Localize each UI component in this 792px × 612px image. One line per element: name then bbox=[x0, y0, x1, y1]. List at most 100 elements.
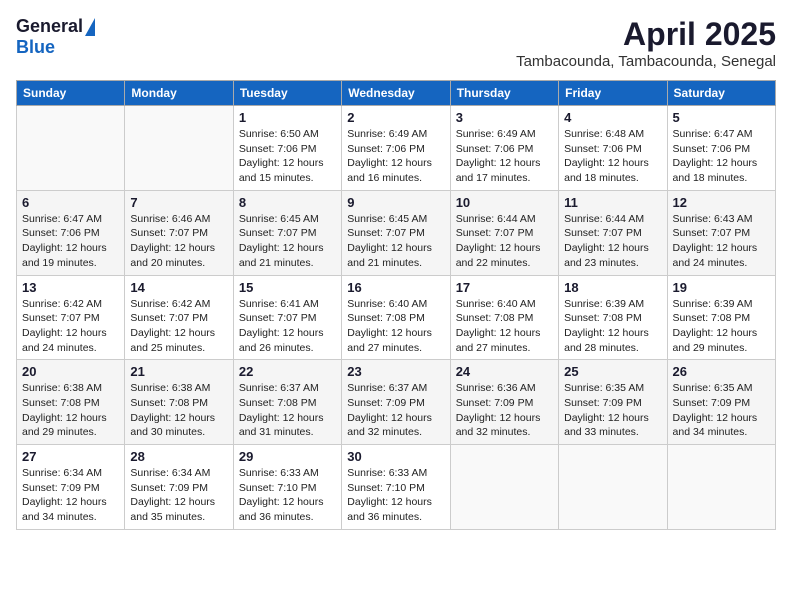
day-number: 23 bbox=[347, 364, 444, 379]
calendar-cell: 22 Sunrise: 6:37 AM Sunset: 7:08 PM Dayli… bbox=[233, 360, 341, 445]
calendar-cell bbox=[17, 106, 125, 191]
calendar-cell: 28 Sunrise: 6:34 AM Sunset: 7:09 PM Dayli… bbox=[125, 445, 233, 530]
day-number: 19 bbox=[673, 280, 770, 295]
weekday-header-saturday: Saturday bbox=[667, 81, 775, 106]
calendar-cell: 12 Sunrise: 6:43 AM Sunset: 7:07 PM Dayli… bbox=[667, 190, 775, 275]
calendar-cell: 6 Sunrise: 6:47 AM Sunset: 7:06 PM Daylig… bbox=[17, 190, 125, 275]
calendar-cell bbox=[125, 106, 233, 191]
calendar-cell: 13 Sunrise: 6:42 AM Sunset: 7:07 PM Dayli… bbox=[17, 275, 125, 360]
day-info: Sunrise: 6:47 AM Sunset: 7:06 PM Dayligh… bbox=[22, 212, 119, 271]
day-number: 25 bbox=[564, 364, 661, 379]
day-info: Sunrise: 6:36 AM Sunset: 7:09 PM Dayligh… bbox=[456, 381, 553, 440]
day-info: Sunrise: 6:33 AM Sunset: 7:10 PM Dayligh… bbox=[347, 466, 444, 525]
logo-blue-text: Blue bbox=[16, 37, 55, 58]
logo-general-text: General bbox=[16, 16, 83, 37]
day-info: Sunrise: 6:38 AM Sunset: 7:08 PM Dayligh… bbox=[130, 381, 227, 440]
day-number: 2 bbox=[347, 110, 444, 125]
day-info: Sunrise: 6:41 AM Sunset: 7:07 PM Dayligh… bbox=[239, 297, 336, 356]
day-info: Sunrise: 6:33 AM Sunset: 7:10 PM Dayligh… bbox=[239, 466, 336, 525]
day-info: Sunrise: 6:40 AM Sunset: 7:08 PM Dayligh… bbox=[347, 297, 444, 356]
calendar-cell: 23 Sunrise: 6:37 AM Sunset: 7:09 PM Dayli… bbox=[342, 360, 450, 445]
calendar-cell: 2 Sunrise: 6:49 AM Sunset: 7:06 PM Daylig… bbox=[342, 106, 450, 191]
day-number: 4 bbox=[564, 110, 661, 125]
day-info: Sunrise: 6:47 AM Sunset: 7:06 PM Dayligh… bbox=[673, 127, 770, 186]
calendar-week-row: 6 Sunrise: 6:47 AM Sunset: 7:06 PM Daylig… bbox=[17, 190, 776, 275]
weekday-header-friday: Friday bbox=[559, 81, 667, 106]
calendar-cell: 21 Sunrise: 6:38 AM Sunset: 7:08 PM Dayli… bbox=[125, 360, 233, 445]
weekday-header-thursday: Thursday bbox=[450, 81, 558, 106]
day-number: 14 bbox=[130, 280, 227, 295]
day-number: 20 bbox=[22, 364, 119, 379]
day-info: Sunrise: 6:45 AM Sunset: 7:07 PM Dayligh… bbox=[239, 212, 336, 271]
day-number: 8 bbox=[239, 195, 336, 210]
day-info: Sunrise: 6:42 AM Sunset: 7:07 PM Dayligh… bbox=[22, 297, 119, 356]
day-number: 11 bbox=[564, 195, 661, 210]
day-number: 9 bbox=[347, 195, 444, 210]
calendar-cell: 29 Sunrise: 6:33 AM Sunset: 7:10 PM Dayli… bbox=[233, 445, 341, 530]
calendar-table: SundayMondayTuesdayWednesdayThursdayFrid… bbox=[16, 80, 776, 530]
calendar-cell: 8 Sunrise: 6:45 AM Sunset: 7:07 PM Daylig… bbox=[233, 190, 341, 275]
day-number: 13 bbox=[22, 280, 119, 295]
day-number: 3 bbox=[456, 110, 553, 125]
day-number: 16 bbox=[347, 280, 444, 295]
weekday-header-sunday: Sunday bbox=[17, 81, 125, 106]
day-info: Sunrise: 6:42 AM Sunset: 7:07 PM Dayligh… bbox=[130, 297, 227, 356]
calendar-cell: 15Sunrise: 6:41 AM Sunset: 7:07 PM Dayli… bbox=[233, 275, 341, 360]
calendar-cell: 27Sunrise: 6:34 AM Sunset: 7:09 PM Dayli… bbox=[17, 445, 125, 530]
day-number: 7 bbox=[130, 195, 227, 210]
weekday-header-tuesday: Tuesday bbox=[233, 81, 341, 106]
day-number: 24 bbox=[456, 364, 553, 379]
header: General Blue April 2025 Tambacounda, Tam… bbox=[16, 16, 776, 70]
calendar-cell: 5Sunrise: 6:47 AM Sunset: 7:06 PM Daylig… bbox=[667, 106, 775, 191]
calendar-title: April 2025 bbox=[516, 16, 776, 53]
calendar-cell: 26Sunrise: 6:35 AM Sunset: 7:09 PM Dayli… bbox=[667, 360, 775, 445]
logo: General Blue bbox=[16, 16, 95, 58]
weekday-header-wednesday: Wednesday bbox=[342, 81, 450, 106]
day-info: Sunrise: 6:46 AM Sunset: 7:07 PM Dayligh… bbox=[130, 212, 227, 271]
day-number: 28 bbox=[130, 449, 227, 464]
day-info: Sunrise: 6:34 AM Sunset: 7:09 PM Dayligh… bbox=[130, 466, 227, 525]
calendar-cell: 3 Sunrise: 6:49 AM Sunset: 7:06 PM Daylig… bbox=[450, 106, 558, 191]
day-number: 1 bbox=[239, 110, 336, 125]
day-number: 21 bbox=[130, 364, 227, 379]
calendar-cell: 24 Sunrise: 6:36 AM Sunset: 7:09 PM Dayli… bbox=[450, 360, 558, 445]
calendar-week-row: 27Sunrise: 6:34 AM Sunset: 7:09 PM Dayli… bbox=[17, 445, 776, 530]
day-info: Sunrise: 6:38 AM Sunset: 7:08 PM Dayligh… bbox=[22, 381, 119, 440]
day-number: 17 bbox=[456, 280, 553, 295]
calendar-week-row: 13 Sunrise: 6:42 AM Sunset: 7:07 PM Dayli… bbox=[17, 275, 776, 360]
title-area: April 2025 Tambacounda, Tambacounda, Sen… bbox=[516, 16, 776, 70]
day-number: 22 bbox=[239, 364, 336, 379]
day-info: Sunrise: 6:39 AM Sunset: 7:08 PM Dayligh… bbox=[564, 297, 661, 356]
calendar-cell bbox=[450, 445, 558, 530]
weekday-header-monday: Monday bbox=[125, 81, 233, 106]
day-number: 6 bbox=[22, 195, 119, 210]
calendar-cell: 30 Sunrise: 6:33 AM Sunset: 7:10 PM Dayli… bbox=[342, 445, 450, 530]
weekday-header-row: SundayMondayTuesdayWednesdayThursdayFrid… bbox=[17, 81, 776, 106]
calendar-location: Tambacounda, Tambacounda, Senegal bbox=[516, 53, 776, 70]
day-number: 30 bbox=[347, 449, 444, 464]
day-info: Sunrise: 6:45 AM Sunset: 7:07 PM Dayligh… bbox=[347, 212, 444, 271]
day-info: Sunrise: 6:37 AM Sunset: 7:09 PM Dayligh… bbox=[347, 381, 444, 440]
calendar-cell: 25Sunrise: 6:35 AM Sunset: 7:09 PM Dayli… bbox=[559, 360, 667, 445]
day-info: Sunrise: 6:49 AM Sunset: 7:06 PM Dayligh… bbox=[456, 127, 553, 186]
day-info: Sunrise: 6:44 AM Sunset: 7:07 PM Dayligh… bbox=[456, 212, 553, 271]
day-info: Sunrise: 6:34 AM Sunset: 7:09 PM Dayligh… bbox=[22, 466, 119, 525]
calendar-cell: 4 Sunrise: 6:48 AM Sunset: 7:06 PM Daylig… bbox=[559, 106, 667, 191]
day-info: Sunrise: 6:48 AM Sunset: 7:06 PM Dayligh… bbox=[564, 127, 661, 186]
day-info: Sunrise: 6:40 AM Sunset: 7:08 PM Dayligh… bbox=[456, 297, 553, 356]
calendar-cell: 20 Sunrise: 6:38 AM Sunset: 7:08 PM Dayli… bbox=[17, 360, 125, 445]
day-info: Sunrise: 6:39 AM Sunset: 7:08 PM Dayligh… bbox=[673, 297, 770, 356]
day-number: 12 bbox=[673, 195, 770, 210]
calendar-cell: 7 Sunrise: 6:46 AM Sunset: 7:07 PM Daylig… bbox=[125, 190, 233, 275]
calendar-cell: 9 Sunrise: 6:45 AM Sunset: 7:07 PM Daylig… bbox=[342, 190, 450, 275]
calendar-cell: 16 Sunrise: 6:40 AM Sunset: 7:08 PM Dayli… bbox=[342, 275, 450, 360]
day-info: Sunrise: 6:49 AM Sunset: 7:06 PM Dayligh… bbox=[347, 127, 444, 186]
day-info: Sunrise: 6:43 AM Sunset: 7:07 PM Dayligh… bbox=[673, 212, 770, 271]
calendar-week-row: 20 Sunrise: 6:38 AM Sunset: 7:08 PM Dayli… bbox=[17, 360, 776, 445]
day-number: 29 bbox=[239, 449, 336, 464]
day-info: Sunrise: 6:37 AM Sunset: 7:08 PM Dayligh… bbox=[239, 381, 336, 440]
calendar-cell: 18Sunrise: 6:39 AM Sunset: 7:08 PM Dayli… bbox=[559, 275, 667, 360]
calendar-cell bbox=[667, 445, 775, 530]
calendar-cell: 11Sunrise: 6:44 AM Sunset: 7:07 PM Dayli… bbox=[559, 190, 667, 275]
calendar-cell: 14 Sunrise: 6:42 AM Sunset: 7:07 PM Dayli… bbox=[125, 275, 233, 360]
